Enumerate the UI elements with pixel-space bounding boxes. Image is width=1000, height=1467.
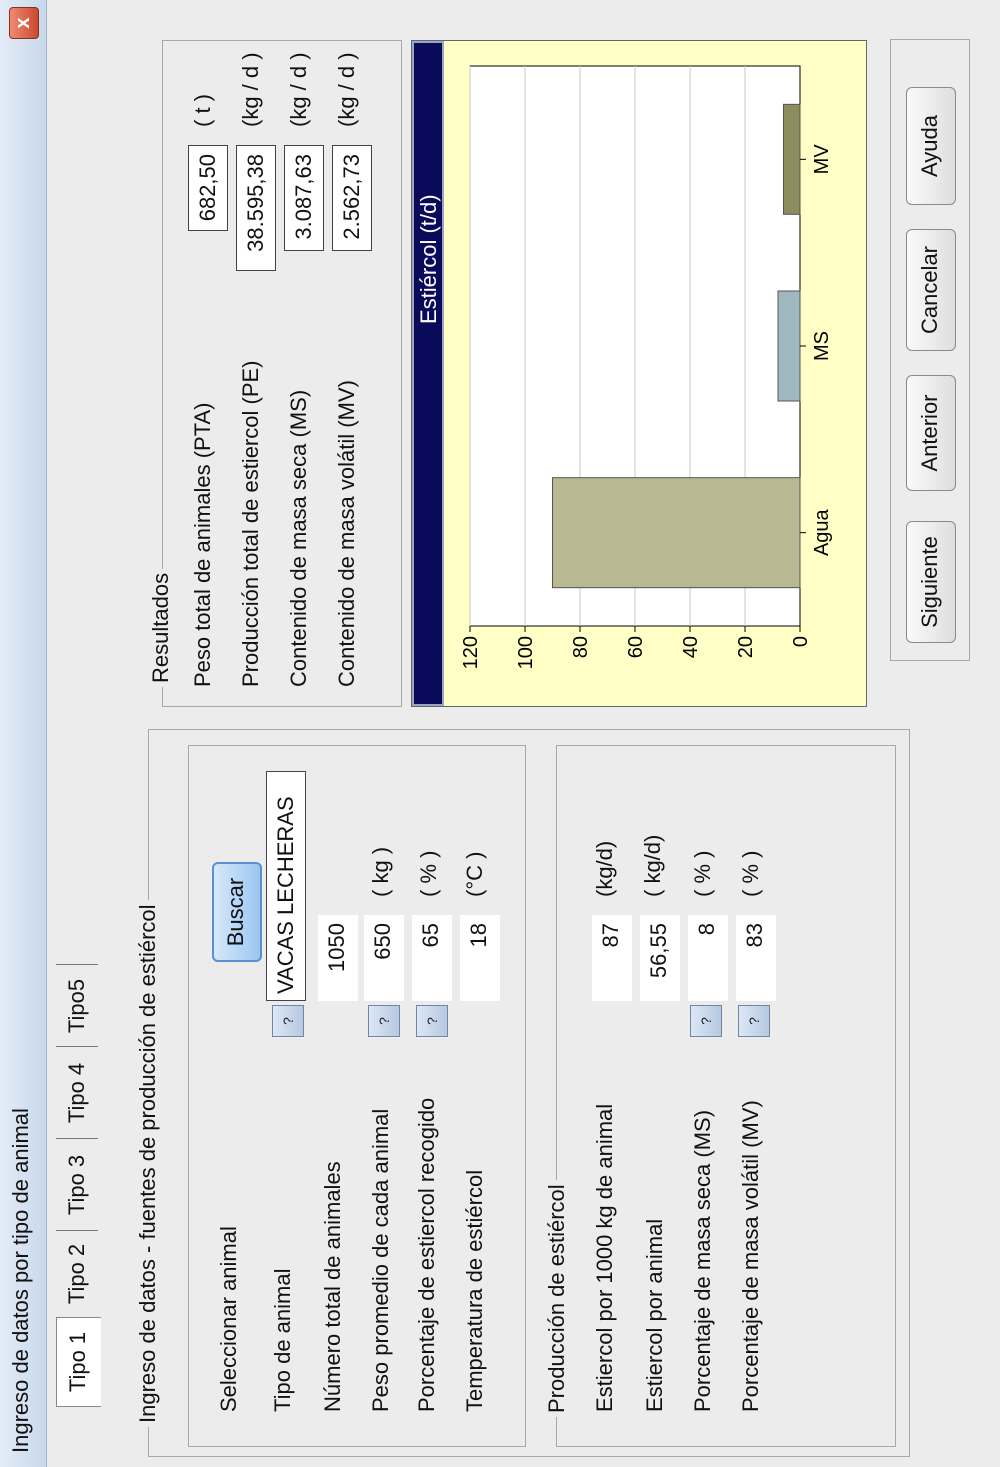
ms-content-label: Contenido de masa seca (MS)	[286, 389, 311, 687]
y-tick-label: 0	[790, 636, 812, 647]
mv-content-label: Contenido de masa volátil (MV)	[334, 380, 359, 687]
collected-percent-field[interactable]: 65	[412, 915, 452, 1001]
animal-count-label: Número total de animales	[320, 1161, 345, 1412]
production-legend: Producción de estiércol	[544, 1180, 570, 1417]
dry-mass-help-button[interactable]: ?	[690, 1005, 722, 1037]
search-button[interactable]: Buscar	[212, 862, 262, 962]
x-tick-label-ms: MS	[811, 331, 833, 361]
collected-percent-help-button[interactable]: ?	[416, 1005, 448, 1037]
tab-bar: Tipo 1 Tipo 2 Tipo 3 Tipo 4 Tipo5	[56, 0, 101, 1467]
chart-plot: 0 20 40 60 80 100 120 Agua MS MV	[460, 65, 833, 669]
tab-tipo-2[interactable]: Tipo 2	[56, 1230, 98, 1317]
per-1000kg-label: Estiercol por 1000 kg de animal	[592, 1103, 617, 1412]
volatile-mass-percent-unit: ( % )	[738, 850, 763, 897]
y-tick-label: 120	[460, 636, 482, 669]
volatile-mass-help-button[interactable]: ?	[738, 1005, 770, 1037]
close-button[interactable]: x	[9, 7, 39, 39]
results-legend: Resultados	[148, 568, 174, 687]
dry-mass-percent-unit: ( % )	[690, 850, 715, 897]
per-animal-field[interactable]: 56,55	[640, 915, 680, 1001]
volatile-mass-percent-label: Porcentaje de masa volátil (MV)	[738, 1100, 763, 1412]
collected-percent-unit: ( % )	[416, 850, 441, 897]
title-bar[interactable]: Ingreso de datos por tipo de animal x	[0, 0, 47, 1467]
manure-temp-field[interactable]: 18	[460, 915, 500, 1001]
dialog-window: Ingreso de datos por tipo de animal x Ti…	[0, 0, 1000, 1467]
manure-temp-label: Temperatura de estiércol	[462, 1169, 487, 1412]
dry-mass-percent-label: Porcentaje de masa seca (MS)	[690, 1109, 715, 1412]
tab-tipo-4[interactable]: Tipo 4	[56, 1046, 98, 1139]
avg-weight-field[interactable]: 650	[364, 915, 404, 1001]
avg-weight-help-button[interactable]: ?	[368, 1005, 400, 1037]
y-tick-label: 40	[680, 636, 702, 658]
dry-mass-percent-field[interactable]: 8	[688, 915, 728, 1001]
per-1000kg-unit: (kg/d)	[592, 840, 617, 897]
help-icon: ?	[376, 1017, 392, 1025]
animal-count-field[interactable]: 1050	[318, 915, 358, 1001]
chart-title-bar: Estiércol (t/d)	[412, 41, 444, 706]
y-tick-label: 100	[515, 636, 537, 669]
avg-weight-label: Peso promedio de cada animal	[368, 1108, 393, 1412]
previous-button[interactable]: Anterior	[906, 375, 956, 491]
bar-agua	[552, 477, 801, 589]
pe-unit: (kg / d )	[238, 52, 263, 127]
y-tick-label: 20	[735, 636, 757, 658]
per-1000kg-field[interactable]: 87	[592, 915, 632, 1001]
help-icon: ?	[698, 1017, 714, 1025]
x-tick-label-agua: Agua	[811, 508, 833, 556]
ms-content-unit: (kg / d )	[286, 52, 311, 127]
y-tick-label: 80	[570, 636, 592, 658]
pta-label: Peso total de animales (PTA)	[190, 402, 215, 688]
bar-mv	[783, 103, 801, 215]
window-title: Ingreso de datos por tipo de animal	[8, 1108, 33, 1453]
per-animal-label: Estiercol por animal	[642, 1218, 667, 1412]
manure-temp-unit: (°C )	[462, 851, 487, 897]
tab-tipo-1[interactable]: Tipo 1	[56, 1317, 101, 1407]
x-tick-label-mv: MV	[811, 144, 833, 175]
help-icon: ?	[424, 1017, 440, 1025]
chart-title: Estiércol (t/d)	[416, 194, 441, 324]
animal-type-field[interactable]: VACAS LECHERAS	[266, 771, 306, 1001]
close-icon: x	[12, 17, 34, 29]
help-icon: ?	[280, 1017, 296, 1025]
tab-tipo-5[interactable]: Tipo5	[56, 964, 98, 1047]
ms-content-field: 3.087,63	[284, 145, 324, 251]
animal-type-help-button[interactable]: ?	[272, 1005, 304, 1037]
help-icon: ?	[746, 1017, 762, 1025]
pe-field: 38.595,38	[236, 145, 276, 271]
pta-field: 682,50	[188, 145, 228, 231]
help-button[interactable]: Ayuda	[906, 87, 956, 205]
mv-content-unit: (kg / d )	[334, 52, 359, 127]
y-tick-label: 60	[625, 636, 647, 658]
mv-content-field: 2.562,73	[332, 145, 372, 251]
pe-label: Producción total de estiercol (PE)	[238, 360, 263, 688]
pta-unit: ( t )	[190, 94, 215, 127]
tab-tipo-3[interactable]: Tipo 3	[56, 1138, 98, 1231]
manure-chart: Estiércol (t/d) 0 20 40 60 80 100 120 Agua MS MV	[411, 40, 867, 707]
bar-ms	[777, 290, 801, 402]
per-animal-unit: ( kg/d)	[640, 834, 665, 897]
next-button[interactable]: Siguiente	[906, 521, 956, 643]
collected-percent-label: Porcentaje de estiercol recogido	[414, 1097, 439, 1412]
select-animal-label: Seleccionar animal	[216, 1226, 241, 1412]
animal-type-label: Tipo de animal	[270, 1268, 295, 1412]
cancel-button[interactable]: Cancelar	[906, 229, 956, 351]
avg-weight-unit: ( kg )	[368, 846, 393, 897]
volatile-mass-percent-field[interactable]: 83	[736, 915, 776, 1001]
input-panel-legend: Ingreso de datos - fuentes de producción…	[135, 900, 161, 1427]
